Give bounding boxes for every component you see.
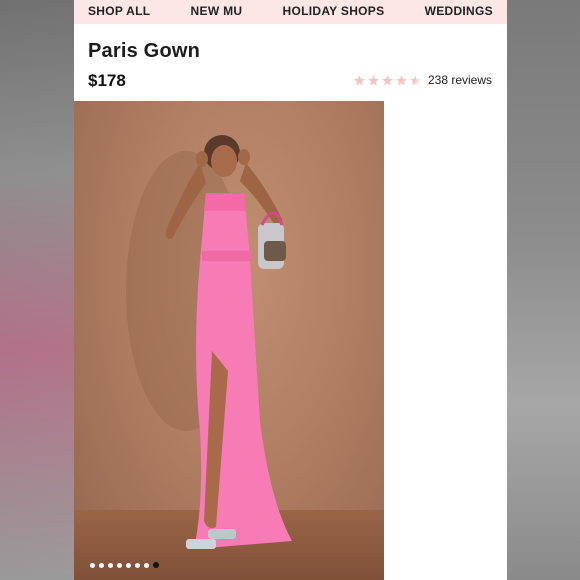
star-icon [396, 74, 407, 85]
reviews-link[interactable]: 238 reviews [428, 73, 492, 87]
blurred-background-left [0, 0, 74, 580]
product-price: $178 [88, 71, 126, 90]
model-illustration [126, 135, 292, 549]
carousel-dot[interactable] [117, 562, 122, 568]
blurred-background-right [506, 0, 580, 580]
carousel-dot[interactable] [108, 562, 113, 568]
carousel-dot-active[interactable] [153, 562, 159, 568]
carousel-dot[interactable] [126, 562, 131, 568]
carousel-dot[interactable] [99, 562, 104, 568]
image-carousel-dots [90, 562, 159, 568]
carousel-dot[interactable] [135, 562, 140, 568]
star-rating [353, 74, 422, 87]
product-title: Paris Gown [88, 40, 201, 62]
nav-item-new[interactable]: NEW MU [191, 5, 243, 17]
product-page: SHOP ALL NEW MU HOLIDAY SHOPS WEDDINGS P… [74, 0, 507, 580]
nav-item-weddings[interactable]: WEDDINGS [425, 5, 493, 17]
nav-item-shop-all[interactable]: SHOP ALL [88, 5, 150, 17]
nav-item-holiday-shops[interactable]: HOLIDAY SHOPS [282, 5, 384, 17]
product-rating[interactable]: 238 reviews [353, 73, 492, 87]
half-star-icon [410, 74, 421, 85]
star-icon [354, 74, 365, 85]
product-image[interactable] [74, 101, 384, 580]
star-icon [382, 74, 393, 85]
top-navigation: SHOP ALL NEW MU HOLIDAY SHOPS WEDDINGS [74, 0, 507, 24]
carousel-dot[interactable] [144, 562, 149, 568]
carousel-dot[interactable] [90, 562, 95, 568]
star-icon [368, 74, 379, 85]
